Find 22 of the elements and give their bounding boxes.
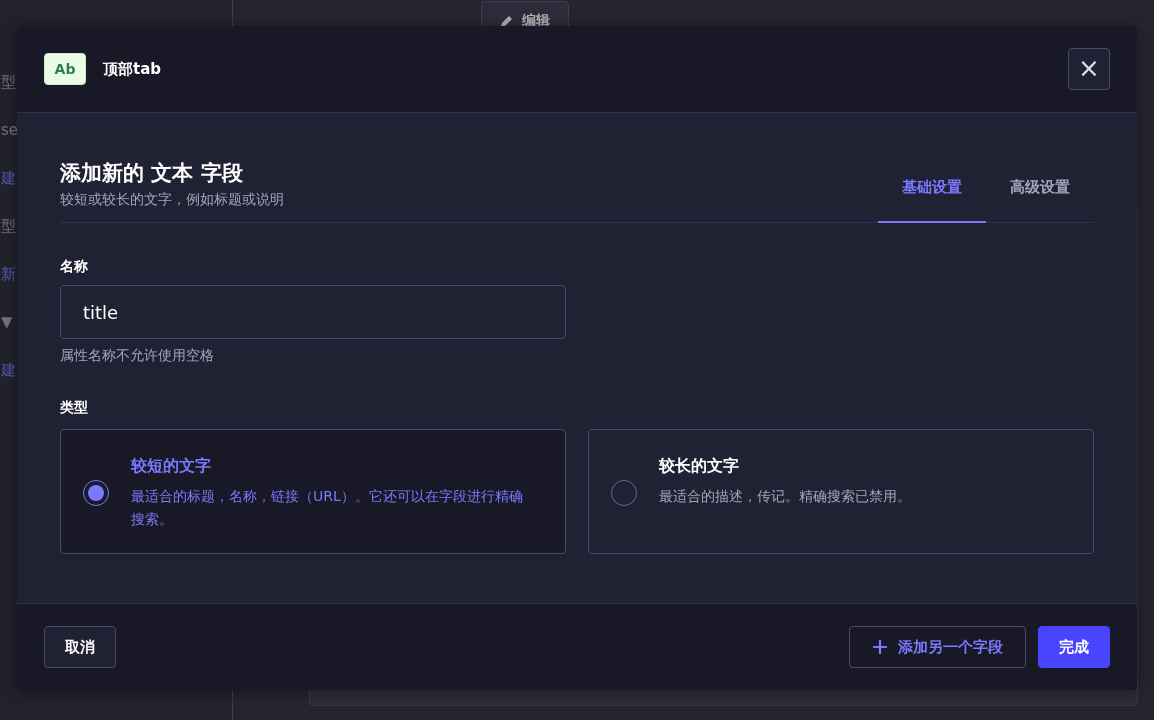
add-field-button[interactable]: 添加另一个字段 <box>849 626 1026 668</box>
settings-tab[interactable]: 高级设置 <box>986 178 1094 223</box>
settings-tab[interactable]: 基础设置 <box>878 178 986 223</box>
field-hint: 属性名称不允许使用空格 <box>60 347 215 365</box>
cancel-button[interactable]: 取消 <box>44 626 116 668</box>
plus-icon <box>872 639 888 655</box>
name-input-field[interactable]: title <box>60 285 566 339</box>
field-label: 名称 <box>60 258 89 276</box>
finish-button[interactable]: 完成 <box>1038 626 1110 668</box>
close-button[interactable]: × <box>1068 48 1110 90</box>
option-title: 较短的文字 <box>131 455 212 477</box>
pencil-icon <box>500 14 514 28</box>
type-option-card[interactable]: 较短的文字 最适合的标题，名称，链接（URL）。它还可以在字段进行精确搜索。 <box>60 429 566 554</box>
dialog-subheading: 较短或较长的文字，例如标题或说明 <box>60 191 284 209</box>
type-option-card[interactable]: 较长的文字 最适合的描述，传记。精确搜索已禁用。 <box>588 429 1094 554</box>
dialog-heading: 添加新的 文本 字段 <box>60 160 244 187</box>
field-type-badge: Ab <box>44 53 86 85</box>
option-title: 较长的文字 <box>659 455 740 477</box>
option-description: 最适合的描述，传记。精确搜索已禁用。 <box>659 487 911 506</box>
field-label: 类型 <box>60 399 89 417</box>
modal-title: 顶部tab <box>103 59 163 79</box>
option-description: 最适合的标题，名称，链接（URL）。它还可以在字段进行精确搜索。 <box>131 487 524 529</box>
